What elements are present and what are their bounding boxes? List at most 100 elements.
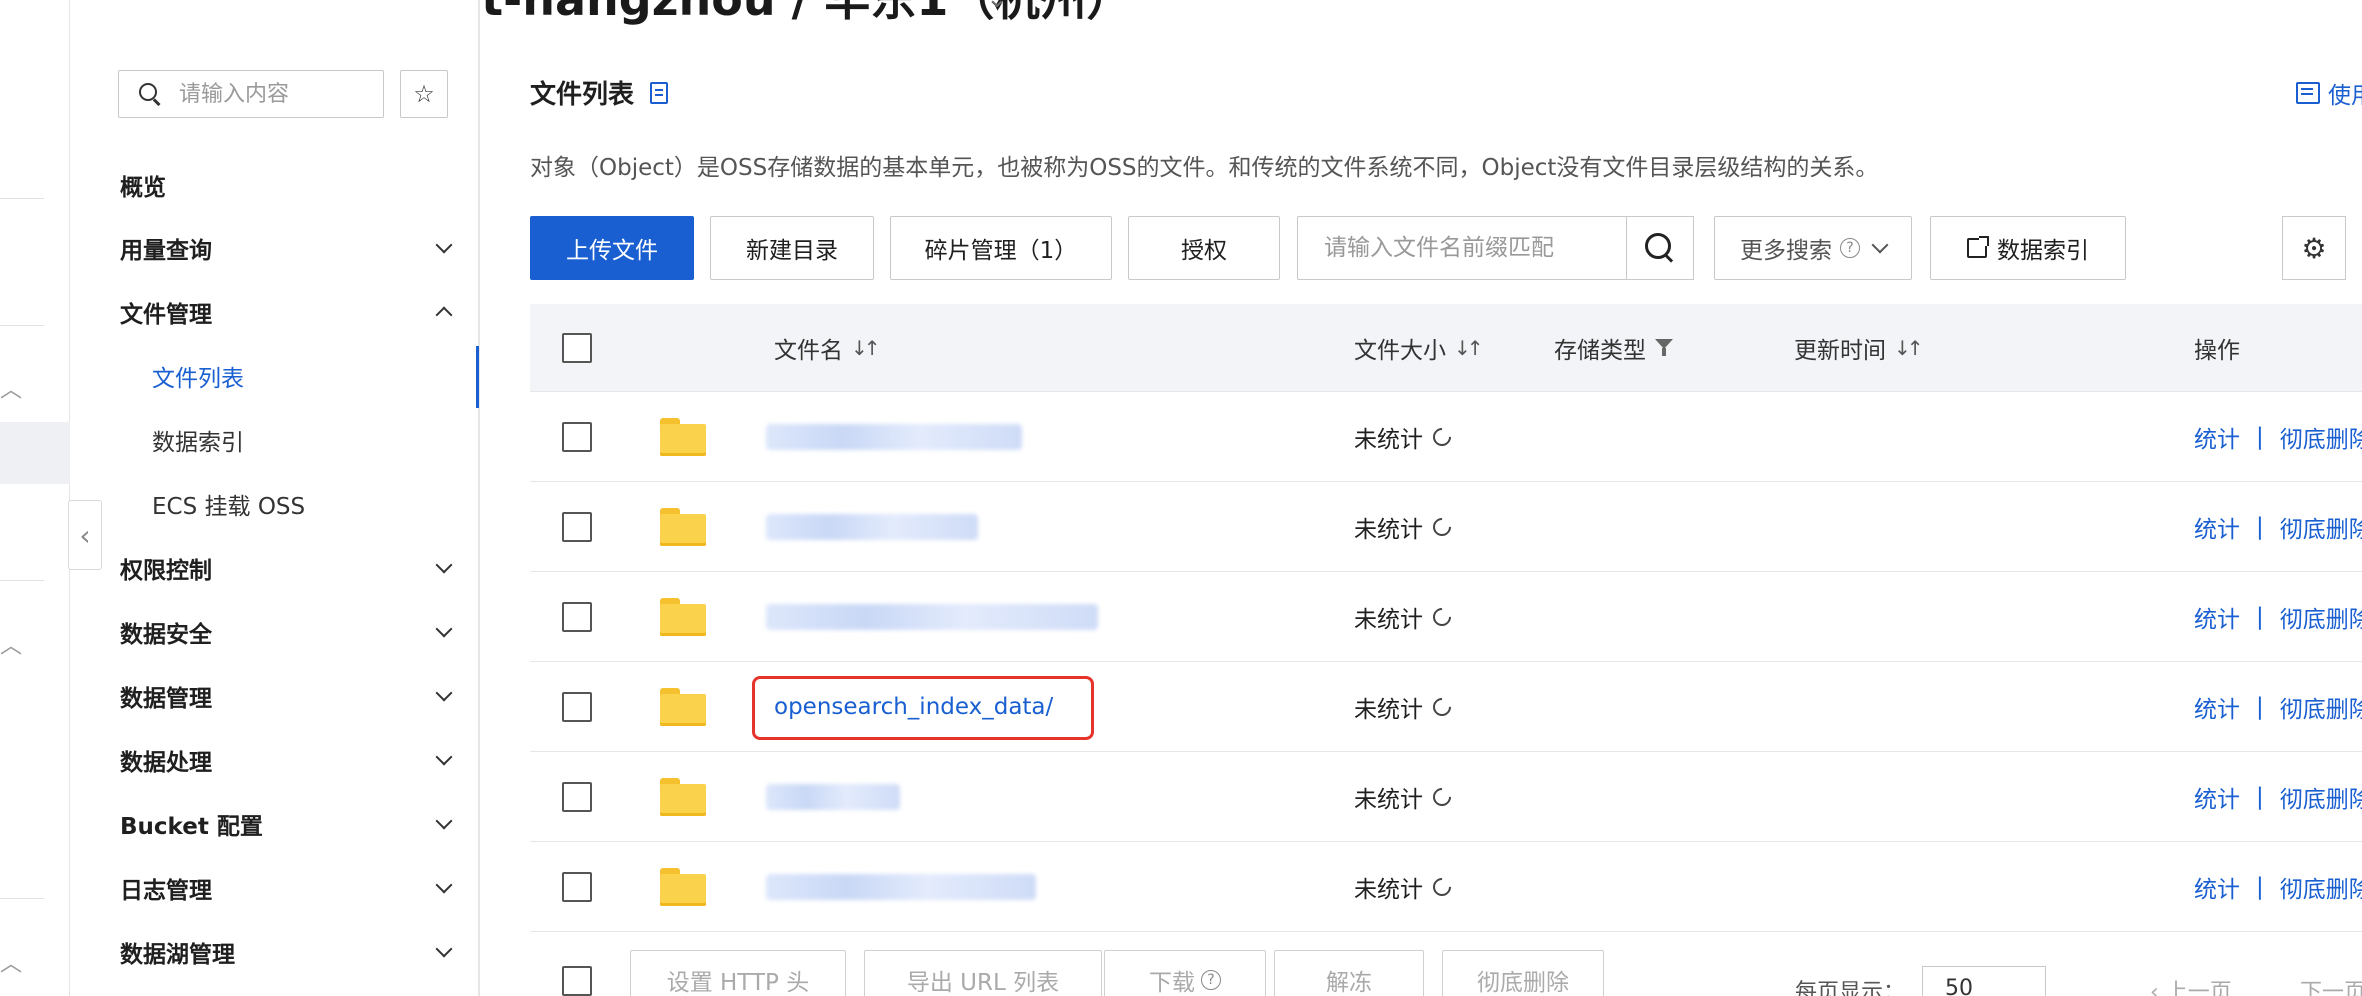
upload-file-button[interactable]: 上传文件	[530, 216, 694, 280]
refresh-icon[interactable]	[1429, 874, 1455, 900]
column-label: 文件名	[774, 338, 843, 364]
row-checkbox[interactable]	[562, 602, 592, 632]
sidebar-search[interactable]	[118, 70, 384, 118]
row-checkbox[interactable]	[562, 512, 592, 542]
sidebar-item-data-security[interactable]: 数据安全	[120, 607, 460, 657]
delete-link[interactable]: 彻底删除	[2280, 510, 2362, 544]
sidebar-search-input[interactable]	[179, 81, 359, 107]
chevron-down-icon	[435, 684, 453, 702]
download-label: 下载	[1149, 970, 1195, 996]
sidebar-item-overview[interactable]: 概览	[120, 160, 460, 210]
blurred-file-name[interactable]	[766, 874, 1036, 900]
row-checkbox[interactable]	[562, 422, 592, 452]
refresh-icon[interactable]	[1429, 694, 1455, 720]
data-index-button[interactable]: 数据索引	[1930, 216, 2126, 280]
usage-guide-link[interactable]: 使用	[2296, 76, 2362, 110]
sidebar-item-data-processing[interactable]: 数据处理	[120, 735, 460, 785]
unfreeze-button[interactable]: 解冻	[1274, 950, 1424, 996]
table-row[interactable]: 未统计 统计 | 彻底删除	[530, 572, 2362, 662]
more-search-label: 更多搜索	[1740, 238, 1832, 264]
rail-divider	[0, 198, 44, 199]
sidebar-item-file-list[interactable]: 文件列表	[152, 351, 452, 401]
set-http-header-button[interactable]: 设置 HTTP 头	[630, 950, 846, 996]
gear-icon[interactable]: ⚙	[2282, 216, 2346, 280]
table-row[interactable]: 未统计 统计 | 彻底删除	[530, 752, 2362, 842]
batch-delete-button[interactable]: 彻底删除	[1442, 950, 1604, 996]
separator: |	[2256, 694, 2264, 720]
chevron-up-icon[interactable]: ︿	[0, 372, 22, 404]
highlight-annotation	[752, 676, 1094, 740]
folder-icon	[660, 418, 706, 456]
column-label: 存储类型	[1554, 338, 1646, 364]
sidebar-item-ecs-mount[interactable]: ECS 挂载 OSS	[152, 479, 452, 529]
chevron-down-icon	[435, 940, 453, 958]
sidebar-item-data-lake[interactable]: 数据湖管理	[120, 927, 460, 977]
stat-link[interactable]: 统计	[2194, 690, 2240, 724]
sidebar-item-usage[interactable]: 用量查询	[120, 223, 460, 273]
blurred-file-name[interactable]	[766, 784, 900, 810]
new-directory-button[interactable]: 新建目录	[710, 216, 874, 280]
delete-link[interactable]: 彻底删除	[2280, 870, 2362, 904]
usage-guide-label: 使用	[2328, 83, 2362, 109]
refresh-icon[interactable]	[1429, 514, 1455, 540]
column-header-name[interactable]: 文件名 ↓↑	[774, 304, 880, 392]
rail-divider	[0, 898, 44, 899]
sidebar-item-data-management[interactable]: 数据管理	[120, 671, 460, 721]
stat-link[interactable]: 统计	[2194, 780, 2240, 814]
refresh-icon[interactable]	[1429, 784, 1455, 810]
select-all-checkbox[interactable]	[562, 333, 592, 363]
stat-link[interactable]: 统计	[2194, 510, 2240, 544]
table-row[interactable]: 未统计 统计 | 彻底删除	[530, 392, 2362, 482]
star-icon[interactable]: ☆	[400, 70, 448, 118]
clipboard-icon[interactable]	[650, 81, 669, 104]
per-page-select[interactable]: 50	[1922, 966, 2046, 996]
sidebar-item-bucket-config[interactable]: Bucket 配置	[120, 799, 460, 849]
row-checkbox[interactable]	[562, 692, 592, 722]
stat-link[interactable]: 统计	[2194, 420, 2240, 454]
toolbar: 上传文件 新建目录 碎片管理（1） 授权 更多搜索 ? 数据索引 ⚙	[530, 216, 2362, 280]
column-header-storage[interactable]: 存储类型	[1554, 304, 1676, 392]
blurred-file-name[interactable]	[766, 424, 1022, 450]
chevron-down-icon	[435, 236, 453, 254]
column-header-updated[interactable]: 更新时间 ↓↑	[1794, 304, 1923, 392]
more-search-dropdown[interactable]: 更多搜索 ?	[1714, 216, 1912, 280]
export-url-list-button[interactable]: 导出 URL 列表	[864, 950, 1102, 996]
file-search-button[interactable]	[1626, 216, 1694, 280]
table-row[interactable]: 未统计 统计 | 彻底删除	[530, 482, 2362, 572]
prev-page-button[interactable]: ‹ 上一页	[2150, 974, 2232, 996]
chevron-up-icon[interactable]: ︿	[0, 946, 22, 978]
select-all-checkbox-footer[interactable]	[562, 966, 592, 996]
blurred-file-name[interactable]	[766, 604, 1098, 630]
stat-link[interactable]: 统计	[2194, 870, 2240, 904]
separator: |	[2256, 784, 2264, 810]
row-checkbox[interactable]	[562, 782, 592, 812]
sidebar-item-access-control[interactable]: 权限控制	[120, 543, 460, 593]
column-header-size[interactable]: 文件大小 ↓↑	[1354, 304, 1483, 392]
download-button[interactable]: 下载?	[1104, 950, 1266, 996]
sidebar: ☆ 概览 用量查询 文件管理 文件列表 数据索引 ECS 挂载 OSS 权限控制…	[70, 0, 480, 996]
file-prefix-search-input[interactable]	[1324, 235, 1614, 261]
sidebar-item-data-index[interactable]: 数据索引	[152, 415, 452, 465]
delete-link[interactable]: 彻底删除	[2280, 420, 2362, 454]
sidebar-item-label: Bucket 配置	[120, 814, 263, 840]
authorize-button[interactable]: 授权	[1128, 216, 1280, 280]
sidebar-item-file-management[interactable]: 文件管理	[120, 287, 460, 337]
fragment-management-button[interactable]: 碎片管理（1）	[890, 216, 1112, 280]
delete-link[interactable]: 彻底删除	[2280, 600, 2362, 634]
row-checkbox[interactable]	[562, 872, 592, 902]
sidebar-item-log-management[interactable]: 日志管理	[120, 863, 460, 913]
chevron-up-icon[interactable]: ︿	[0, 628, 22, 660]
stat-link[interactable]: 统计	[2194, 600, 2240, 634]
table-row[interactable]: opensearch_index_data/ 未统计 统计 | 彻底删除	[530, 662, 2362, 752]
collapse-sidebar-button[interactable]: ‹	[68, 500, 102, 570]
search-icon	[1644, 233, 1675, 263]
file-search[interactable]	[1297, 216, 1627, 280]
table-row[interactable]: 未统计 统计 | 彻底删除	[530, 842, 2362, 932]
rail-active-item[interactable]	[0, 422, 70, 484]
refresh-icon[interactable]	[1429, 424, 1455, 450]
blurred-file-name[interactable]	[766, 514, 978, 540]
next-page-button[interactable]: 下一页	[2300, 974, 2362, 996]
delete-link[interactable]: 彻底删除	[2280, 690, 2362, 724]
delete-link[interactable]: 彻底删除	[2280, 780, 2362, 814]
refresh-icon[interactable]	[1429, 604, 1455, 630]
